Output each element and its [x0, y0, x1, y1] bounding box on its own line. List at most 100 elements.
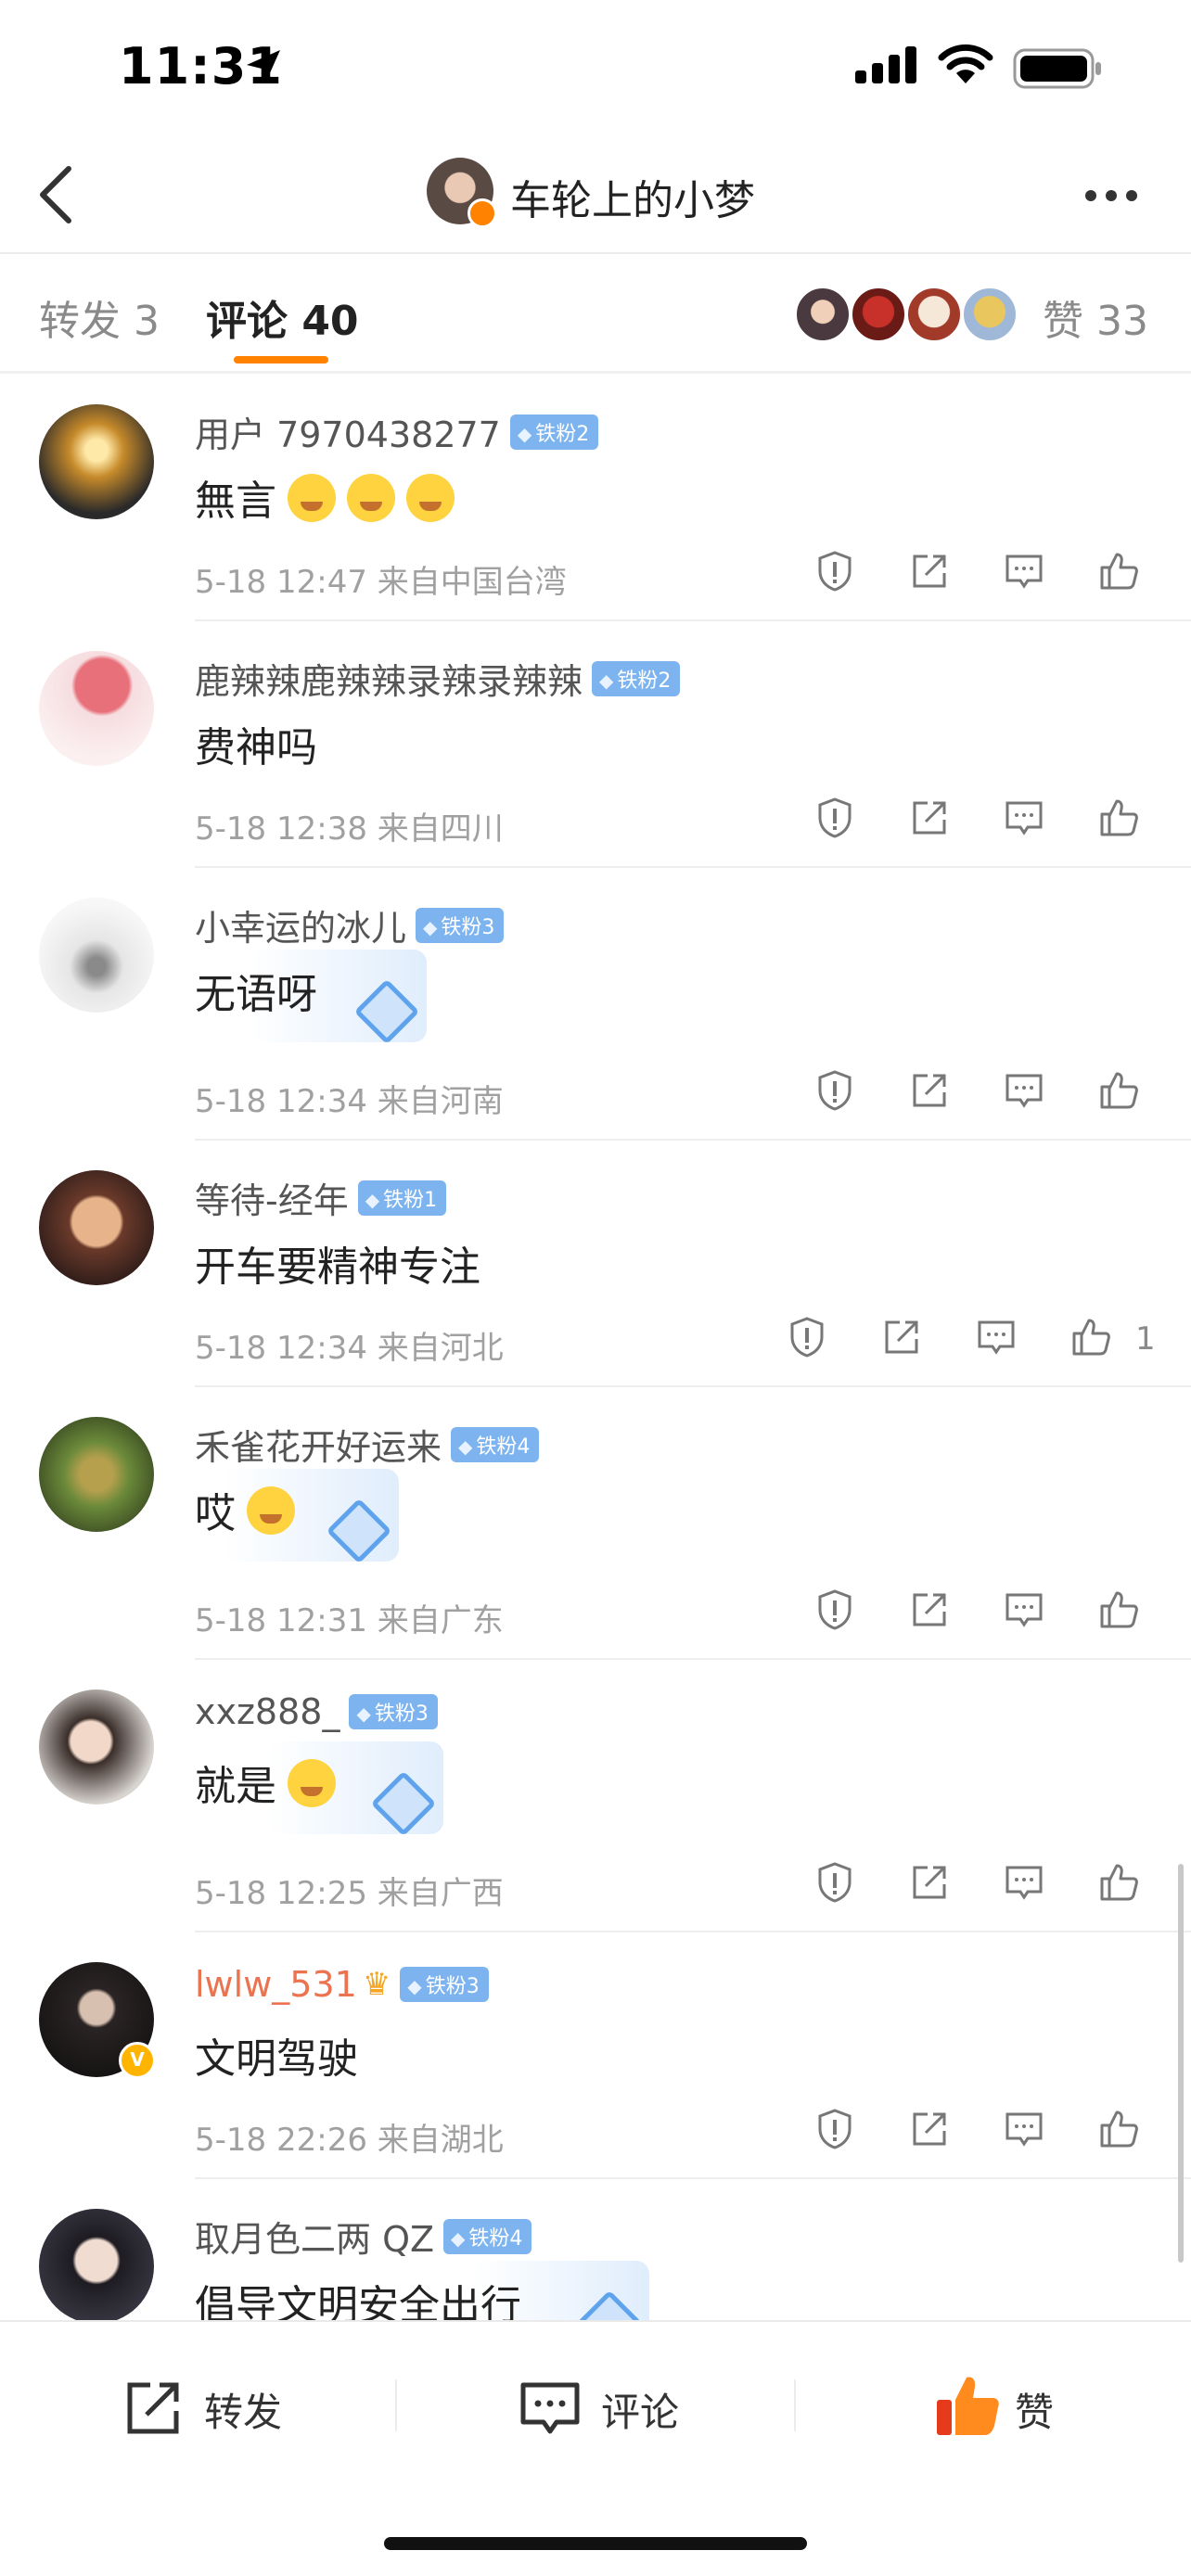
laughing-tears-emoji-icon	[247, 1486, 295, 1535]
fan-badge[interactable]: 铁粉3	[349, 1694, 438, 1729]
avatar[interactable]	[39, 1170, 154, 1285]
active-tab-indicator	[234, 356, 328, 363]
comment-actions: 1	[785, 1315, 1165, 1371]
name-row: xxz888_ 铁粉3	[195, 1691, 438, 1743]
repost-label: 转发	[204, 2390, 283, 2435]
comment-meta: 5-18 22:26 来自湖北	[195, 2122, 504, 2159]
battery-icon	[1013, 48, 1101, 89]
commenter-name[interactable]: 鹿辣辣鹿辣辣录辣录辣辣	[195, 661, 583, 702]
comment-label: 评论	[601, 2390, 680, 2435]
comment-item[interactable]: 等待-经年铁粉1 开车要精神专注 5-18 12:34 来自河北 1	[0, 1141, 1191, 1387]
report-icon[interactable]	[813, 1068, 864, 1120]
fan-badge[interactable]: 铁粉2	[509, 414, 599, 450]
comment-text: 無言	[195, 467, 455, 527]
comment-item[interactable]: xxz888_ 铁粉3 就是 5-18 12:25 来自广西	[0, 1660, 1191, 1932]
location-arrow-icon	[247, 50, 280, 83]
fan-badge[interactable]: 铁粉2	[592, 660, 681, 696]
author-avatar[interactable]	[427, 158, 497, 228]
comment-text: 费神吗	[195, 724, 317, 772]
reply-icon[interactable]	[1002, 2107, 1054, 2159]
name-row: 小幸运的冰儿铁粉3	[195, 899, 505, 951]
reply-icon[interactable]	[1002, 796, 1054, 848]
like-icon[interactable]	[1096, 1588, 1148, 1639]
liker-avatar	[961, 286, 1018, 343]
comment-item[interactable]: 鹿辣辣鹿辣辣录辣录辣辣铁粉2 费神吗 5-18 12:38 来自四川	[0, 621, 1191, 868]
share-icon[interactable]	[907, 1860, 959, 1912]
like-icon[interactable]	[1096, 2107, 1148, 2159]
comment-text-content: 哎	[195, 1490, 236, 1537]
page-title[interactable]: 车轮上的小梦	[510, 167, 755, 226]
laughing-tears-emoji-icon	[288, 1759, 336, 1807]
like-icon[interactable]	[1096, 796, 1148, 848]
comment-text: 无语呀	[195, 971, 317, 1018]
avatar[interactable]	[39, 898, 154, 1013]
report-icon[interactable]	[813, 2107, 864, 2159]
nav-bar: 车轮上的小梦	[0, 139, 1191, 250]
fan-badge[interactable]: 铁粉1	[357, 1180, 447, 1216]
share-icon[interactable]	[907, 1068, 959, 1120]
comment-meta: 5-18 12:31 来自广东	[195, 1602, 504, 1639]
comment-item[interactable]: 取月色二两 QZ铁粉4 倡导文明安全出行	[0, 2179, 1191, 2320]
reply-icon[interactable]	[1002, 1068, 1054, 1120]
fan-badge[interactable]: 铁粉4	[451, 1426, 540, 1462]
avatar[interactable]: V	[39, 1962, 156, 2079]
comment-item[interactable]: 用户 7970438277铁粉2 無言 5-18 12:47 来自中国台湾	[0, 375, 1191, 621]
comment-meta: 5-18 12:47 来自中国台湾	[195, 564, 567, 601]
comment-text: 哎	[195, 1480, 295, 1539]
commenter-name[interactable]: xxz888_	[195, 1691, 339, 1732]
cellular-signal-icon	[855, 46, 916, 83]
report-icon[interactable]	[813, 1860, 864, 1912]
comment-text-content: 無言	[195, 478, 276, 525]
reply-icon[interactable]	[1002, 549, 1054, 601]
tab-likes[interactable]: 赞 33	[1043, 287, 1148, 347]
share-icon[interactable]	[907, 549, 959, 601]
like-icon[interactable]	[1096, 549, 1148, 601]
avatar[interactable]	[39, 1417, 154, 1532]
report-icon[interactable]	[813, 796, 864, 848]
fan-badge[interactable]: 铁粉4	[443, 2218, 532, 2254]
report-icon[interactable]	[813, 549, 864, 601]
tab-comment[interactable]: 评论 40	[206, 287, 359, 347]
tab-bar: 转发 3 评论 40 赞 33	[0, 256, 1191, 371]
reply-icon[interactable]	[974, 1315, 1026, 1367]
avatar[interactable]	[39, 404, 154, 519]
reply-icon[interactable]	[1002, 1860, 1054, 1912]
report-icon[interactable]	[813, 1588, 864, 1639]
commenter-name[interactable]: 禾雀花开好运来	[195, 1427, 442, 1468]
comment-list: 用户 7970438277铁粉2 無言 5-18 12:47 来自中国台湾 鹿辣…	[0, 375, 1191, 2320]
comment-meta: 5-18 12:38 来自四川	[195, 810, 504, 848]
commenter-name[interactable]: 小幸运的冰儿	[195, 908, 406, 949]
more-options-icon[interactable]	[1085, 187, 1150, 206]
verified-badge-icon: V	[119, 2042, 156, 2079]
like-icon[interactable]	[1096, 1068, 1148, 1120]
comment-item[interactable]: V lwlw_531♛ 铁粉3 文明驾驶 5-18 22:26 来自湖北	[0, 1932, 1191, 2179]
repost-button[interactable]: 转发	[121, 2366, 306, 2450]
comment-item[interactable]: 禾雀花开好运来铁粉4 哎 5-18 12:31 来自广东	[0, 1387, 1191, 1660]
commenter-name[interactable]: lwlw_531	[195, 1964, 357, 2005]
like-icon[interactable]	[1096, 1860, 1148, 1912]
avatar[interactable]	[39, 1690, 154, 1804]
commenter-name[interactable]: 等待-经年	[195, 1180, 349, 1221]
share-icon[interactable]	[907, 796, 959, 848]
comment-item[interactable]: 小幸运的冰儿铁粉3 无语呀 5-18 12:34 来自河南	[0, 868, 1191, 1141]
report-icon[interactable]	[785, 1315, 837, 1367]
comment-button[interactable]: 评论	[518, 2366, 703, 2450]
like-icon[interactable]	[1069, 1315, 1121, 1367]
commenter-name[interactable]: 用户 7970438277	[195, 414, 501, 455]
fan-badge[interactable]: 铁粉3	[400, 1967, 489, 2002]
avatar[interactable]	[39, 2209, 154, 2320]
like-button[interactable]: 赞	[933, 2366, 1082, 2450]
home-indicator[interactable]	[384, 2537, 807, 2550]
share-icon[interactable]	[907, 1588, 959, 1639]
fan-badge[interactable]: 铁粉3	[416, 907, 505, 943]
scrollbar[interactable]	[1178, 1864, 1184, 2263]
share-icon[interactable]	[879, 1315, 931, 1367]
comment-actions	[813, 549, 1165, 605]
back-arrow-icon[interactable]	[28, 159, 83, 230]
diamond-icon	[370, 1770, 437, 1837]
avatar[interactable]	[39, 651, 154, 766]
tab-repost[interactable]: 转发 3	[39, 287, 160, 347]
reply-icon[interactable]	[1002, 1588, 1054, 1639]
share-icon[interactable]	[907, 2107, 959, 2159]
commenter-name[interactable]: 取月色二两 QZ	[195, 2219, 434, 2260]
